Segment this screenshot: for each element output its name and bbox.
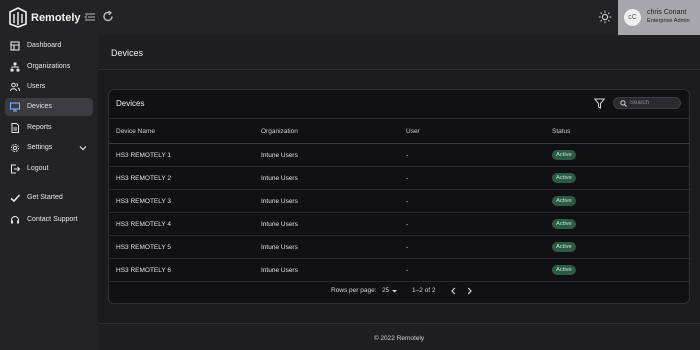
check-icon	[10, 194, 20, 203]
brand-name: Remotely	[31, 12, 81, 24]
remotely-logo-icon	[9, 7, 27, 28]
status-badge: Active	[552, 219, 576, 229]
sidebar-item-dashboard[interactable]: Dashboard	[5, 37, 93, 55]
filter-icon[interactable]	[594, 98, 605, 109]
status-badge: Active	[552, 196, 576, 206]
sidebar-item-label: Settings	[27, 144, 53, 151]
organization-cell: Intune Users	[261, 175, 298, 182]
chevron-right-icon[interactable]	[466, 287, 473, 295]
sidebar-item-label: Dashboard	[27, 42, 62, 49]
gear-icon	[10, 143, 20, 153]
sidebar-item-label: Contact Support	[27, 216, 78, 223]
sidebar-item-label: Get Started	[27, 194, 63, 201]
user-cell: -	[406, 198, 409, 205]
sidebar-item-users[interactable]: Users	[5, 78, 93, 96]
status-badge: Active	[552, 242, 576, 252]
column-header-organization[interactable]: Organization	[261, 128, 298, 135]
rows-per-page-label: Rows per page:	[331, 287, 377, 294]
pagination-range: 1–2 of 2	[412, 287, 436, 294]
top-bar: Remotely cC chris Conant Enterprise Admi…	[0, 0, 700, 35]
search-icon	[620, 100, 627, 107]
organization-cell: Intune Users	[261, 198, 298, 205]
dashboard-icon	[10, 41, 20, 51]
page-title: Devices	[111, 48, 144, 58]
organization-cell: Intune Users	[261, 244, 298, 251]
copyright-text: © 2022 Remotely	[373, 335, 425, 342]
table-row[interactable]: HS3 REMOTELY 2 Intune Users - Active	[109, 167, 689, 190]
organizations-icon	[10, 62, 20, 72]
organization-cell: Intune Users	[261, 267, 298, 274]
search-input[interactable]	[630, 98, 678, 108]
user-name: chris Conant	[647, 9, 687, 16]
user-menu[interactable]: cC chris Conant Enterprise Admin	[618, 0, 700, 35]
column-header-status[interactable]: Status	[552, 128, 570, 135]
avatar: cC	[624, 9, 641, 26]
device-name-cell: HS3 REMOTELY 1	[116, 152, 172, 159]
caret-down-icon[interactable]	[391, 287, 398, 295]
organization-cell: Intune Users	[261, 221, 298, 228]
organization-cell: Intune Users	[261, 152, 298, 159]
rows-per-page-select[interactable]: 25	[382, 287, 389, 294]
footer: © 2022 Remotely	[98, 323, 700, 350]
collapse-sidebar-icon[interactable]	[84, 11, 96, 23]
device-name-cell: HS3 REMOTELY 6	[116, 267, 172, 274]
sidebar-item-label: Devices	[27, 103, 52, 110]
user-cell: -	[406, 267, 409, 274]
sun-icon[interactable]	[598, 10, 612, 24]
chevron-down-icon[interactable]	[79, 144, 87, 152]
column-header-user[interactable]: User	[406, 128, 420, 135]
search-box[interactable]	[613, 97, 681, 109]
user-cell: -	[406, 244, 409, 251]
device-name-cell: HS3 REMOTELY 3	[116, 198, 172, 205]
sidebar-item-label: Reports	[27, 124, 52, 131]
table-row[interactable]: HS3 REMOTELY 4 Intune Users - Active	[109, 213, 689, 236]
device-name-cell: HS3 REMOTELY 2	[116, 175, 172, 182]
sidebar-item-devices[interactable]: Devices	[5, 98, 93, 116]
sidebar-item-logout[interactable]: Logout	[5, 160, 93, 178]
logout-icon	[11, 164, 20, 174]
table-row[interactable]: HS3 REMOTELY 3 Intune Users - Active	[109, 190, 689, 213]
table-header: Device Name Organization User Status	[109, 118, 689, 144]
sidebar-item-label: Organizations	[27, 63, 71, 70]
table-row[interactable]: HS3 REMOTELY 1 Intune Users - Active	[109, 144, 689, 167]
user-role: Enterprise Admin	[647, 18, 690, 24]
sidebar-item-reports[interactable]: Reports	[5, 119, 93, 137]
user-cell: -	[406, 175, 409, 182]
card-title: Devices	[116, 99, 145, 108]
page-header: Devices	[98, 35, 700, 70]
sidebar: Dashboard Organizations Users Devices Re…	[0, 35, 98, 350]
device-name-cell: HS3 REMOTELY 4	[116, 221, 172, 228]
sidebar-item-settings[interactable]: Settings	[5, 139, 93, 157]
status-badge: Active	[552, 173, 576, 183]
sidebar-item-organizations[interactable]: Organizations	[5, 58, 93, 76]
devices-card: Devices Device Name Organization User St…	[108, 89, 690, 304]
column-header-device-name[interactable]: Device Name	[116, 128, 155, 135]
user-cell: -	[406, 221, 409, 228]
sidebar-item-get-started[interactable]: Get Started	[5, 189, 93, 207]
status-badge: Active	[552, 150, 576, 160]
sidebar-item-label: Logout	[27, 165, 49, 172]
monitor-icon	[10, 102, 20, 112]
sidebar-item-label: Users	[27, 83, 46, 90]
status-badge: Active	[552, 265, 576, 275]
table-row[interactable]: HS3 REMOTELY 5 Intune Users - Active	[109, 236, 689, 259]
sidebar-item-contact-support[interactable]: Contact Support	[5, 211, 93, 229]
refresh-icon[interactable]	[102, 10, 114, 23]
user-cell: -	[406, 152, 409, 159]
users-icon	[10, 82, 20, 92]
report-icon	[11, 123, 19, 133]
table-row[interactable]: HS3 REMOTELY 6 Intune Users - Active	[109, 259, 689, 282]
pagination: Rows per page: 25 1–2 of 2	[109, 284, 689, 298]
device-name-cell: HS3 REMOTELY 5	[116, 244, 172, 251]
headset-icon	[11, 216, 19, 224]
chevron-left-icon[interactable]	[450, 287, 457, 295]
